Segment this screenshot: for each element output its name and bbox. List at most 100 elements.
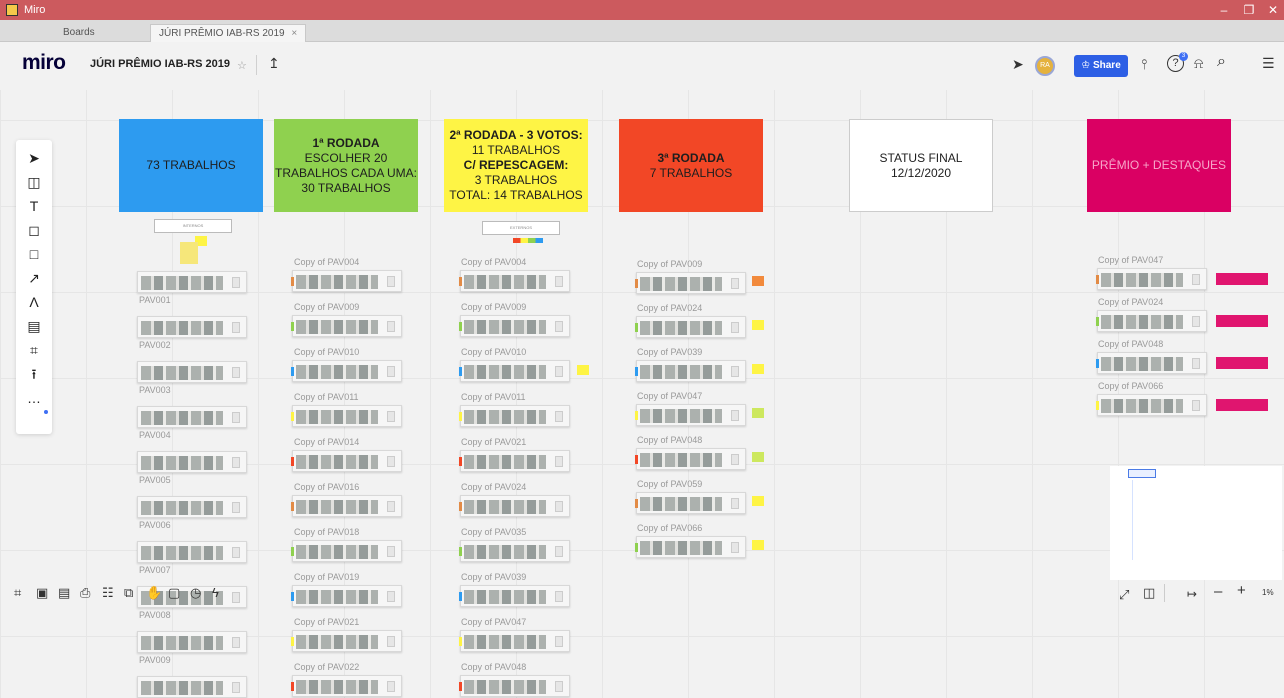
prize-tag[interactable] [1216, 315, 1268, 327]
item-label[interactable]: Copy of PAV066 [1098, 381, 1163, 391]
item-label[interactable]: Copy of PAV024 [1098, 297, 1163, 307]
comment-tool[interactable]: ▤ [16, 314, 52, 338]
project-thumbnail[interactable] [1096, 310, 1207, 332]
sticky-note[interactable] [752, 320, 764, 330]
item-label[interactable]: Copy of PAV048 [461, 662, 526, 672]
project-thumbnail[interactable] [459, 270, 570, 292]
timer-icon[interactable]: ◷ [190, 586, 201, 600]
project-thumbnail[interactable] [635, 404, 746, 426]
sticky-note[interactable] [577, 365, 589, 375]
project-thumbnail[interactable] [459, 315, 570, 337]
item-label[interactable]: Copy of PAV048 [637, 435, 702, 445]
item-label[interactable]: PAV009 [139, 655, 171, 665]
sticky-note[interactable] [752, 452, 764, 462]
item-label[interactable]: Copy of PAV039 [637, 347, 702, 357]
arrow-tool[interactable]: ↗ [16, 266, 52, 290]
project-thumbnail[interactable] [459, 630, 570, 652]
project-thumbnail[interactable] [459, 450, 570, 472]
sticky-note[interactable] [752, 496, 764, 506]
pen-tool[interactable]: Λ [16, 290, 52, 314]
frame-icon[interactable]: ⌗ [14, 586, 21, 600]
board-title[interactable]: JÚRI PRÊMIO IAB-RS 2019 [90, 58, 230, 70]
project-thumbnail[interactable] [1096, 268, 1207, 290]
sticky-note[interactable] [752, 364, 764, 374]
project-thumbnail[interactable] [1096, 394, 1207, 416]
upload-tool[interactable]: ⭱ [16, 362, 52, 386]
avatar[interactable]: RA [1035, 56, 1055, 76]
item-label[interactable]: Copy of PAV009 [461, 302, 526, 312]
share-button[interactable]: ♔ Share [1074, 55, 1128, 77]
project-thumbnail[interactable] [137, 496, 247, 518]
upload-icon[interactable]: ↥ [268, 55, 280, 71]
item-label[interactable]: Copy of PAV011 [294, 392, 359, 402]
project-thumbnail[interactable] [291, 540, 402, 562]
project-thumbnail[interactable] [459, 675, 570, 697]
project-thumbnail[interactable] [291, 315, 402, 337]
item-label[interactable]: Copy of PAV035 [461, 527, 526, 537]
reaction-icon[interactable]: ✋ [146, 586, 162, 600]
project-thumbnail[interactable] [459, 495, 570, 517]
item-label[interactable]: Copy of PAV024 [637, 303, 702, 313]
project-thumbnail[interactable] [635, 536, 746, 558]
project-thumbnail[interactable] [635, 360, 746, 382]
zoom-level[interactable]: 1% [1262, 588, 1274, 597]
column-header-total[interactable]: 73 TRABALHOS [119, 119, 263, 212]
fit-width-icon[interactable]: ↦ [1187, 587, 1197, 601]
apps-icon[interactable]: ϟ [212, 586, 219, 600]
notes-icon[interactable]: ☰ [1262, 55, 1275, 71]
settings-icon[interactable]: ⫯ [1141, 56, 1147, 72]
project-thumbnail[interactable] [291, 495, 402, 517]
minimap[interactable] [1110, 466, 1282, 580]
item-label[interactable]: Copy of PAV009 [637, 259, 702, 269]
project-thumbnail[interactable] [635, 448, 746, 470]
screen-share-icon[interactable]: ⎙ [80, 586, 90, 600]
column-header-round-1[interactable]: 1ª RODADA ESCOLHER 20 TRABALHOS CADA UMA: 3… [274, 119, 418, 212]
item-label[interactable]: PAV001 [139, 295, 171, 305]
item-label[interactable]: Copy of PAV021 [461, 437, 526, 447]
item-label[interactable]: Copy of PAV039 [461, 572, 526, 582]
sticky-note-tool[interactable]: ◻ [16, 218, 52, 242]
project-thumbnail[interactable] [291, 450, 402, 472]
project-thumbnail[interactable] [635, 316, 746, 338]
item-label[interactable]: Copy of PAV019 [294, 572, 359, 582]
item-label[interactable]: Copy of PAV016 [294, 482, 359, 492]
frame-note-externos[interactable]: EXTERNOS [482, 221, 560, 235]
item-label[interactable]: Copy of PAV022 [294, 662, 359, 672]
card-icon[interactable]: ▣ [36, 586, 48, 600]
project-thumbnail[interactable] [291, 360, 402, 382]
prize-tag[interactable] [1216, 273, 1268, 285]
project-thumbnail[interactable] [291, 585, 402, 607]
prize-tag[interactable] [1216, 357, 1268, 369]
project-thumbnail[interactable] [635, 272, 746, 294]
presentation-icon[interactable]: ▢ [168, 586, 180, 600]
bell-icon[interactable]: ⍾ [1194, 55, 1203, 71]
project-thumbnail[interactable] [459, 540, 570, 562]
item-label[interactable]: PAV006 [139, 520, 171, 530]
minimap-viewport[interactable] [1128, 469, 1156, 478]
prize-tag[interactable] [1216, 399, 1268, 411]
more-tools[interactable]: … [16, 386, 52, 410]
item-label[interactable]: PAV005 [139, 475, 171, 485]
shape-tool[interactable]: □ [16, 242, 52, 266]
map-icon[interactable]: ◫ [1143, 586, 1155, 600]
tab-boards[interactable]: Boards [55, 24, 103, 42]
item-label[interactable]: PAV003 [139, 385, 171, 395]
comment-icon[interactable]: ▤ [58, 586, 70, 600]
column-header-status[interactable]: STATUS FINAL 12/12/2020 [849, 119, 993, 212]
star-icon[interactable]: ☆ [237, 58, 247, 74]
frame-tool[interactable]: ⌗ [16, 338, 52, 362]
text-tool[interactable]: T [16, 194, 52, 218]
search-icon[interactable]: ⌕ [1217, 54, 1226, 70]
project-thumbnail[interactable] [137, 451, 247, 473]
project-thumbnail[interactable] [137, 406, 247, 428]
item-label[interactable]: Copy of PAV048 [1098, 339, 1163, 349]
column-header-round-2[interactable]: 2ª RODADA - 3 VOTOS: 11 TRABALHOS C/ REPES… [444, 119, 588, 212]
project-thumbnail[interactable] [459, 585, 570, 607]
item-label[interactable]: Copy of PAV047 [461, 617, 526, 627]
zoom-in-button[interactable]: + [1237, 583, 1246, 598]
item-label[interactable]: PAV004 [139, 430, 171, 440]
item-label[interactable]: Copy of PAV021 [294, 617, 359, 627]
miro-logo[interactable]: miro [22, 51, 66, 75]
item-label[interactable]: Copy of PAV059 [637, 479, 702, 489]
embed-icon[interactable]: ⧉ [124, 586, 133, 600]
